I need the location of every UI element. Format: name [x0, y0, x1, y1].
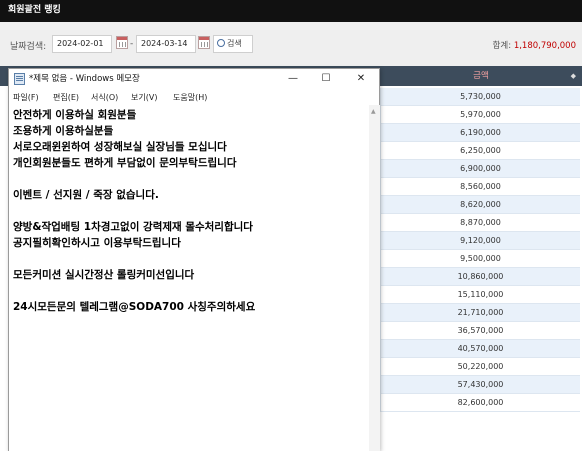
table-row[interactable]: 82,600,000 — [380, 394, 580, 412]
text-line: 모든커미션 실시간정산 롤링커미선입니다 — [13, 269, 195, 281]
search-button-label: 검색 — [227, 39, 242, 48]
start-date-input[interactable]: 2024-02-01 — [52, 35, 112, 53]
total-value: 1,180,790,000 — [513, 41, 576, 51]
app-title-bar: 회원괄전 랭킹 — [0, 0, 582, 22]
text-line: 서로오래윈윈하여 성장해보실 실장님들 모십니다 — [13, 141, 227, 153]
table-row[interactable]: 50,220,000 — [380, 358, 580, 376]
column-header-amount-label: 금액 — [473, 71, 489, 81]
notepad-title: *제목 없음 - Windows 메모장 — [29, 74, 140, 84]
table-row[interactable]: 10,860,000 — [380, 268, 580, 286]
app-title: 회원괄전 랭킹 — [8, 5, 61, 15]
table-row[interactable]: 6,900,000 — [380, 160, 580, 178]
table-row[interactable]: 40,570,000 — [380, 340, 580, 358]
amount-rows: 5,730,000 5,970,000 6,190,000 6,250,000 … — [380, 88, 580, 412]
end-calendar-icon[interactable] — [198, 36, 210, 49]
text-line: 안전하게 이용하실 회원분들 — [13, 109, 137, 121]
text-line — [13, 251, 369, 267]
table-row[interactable]: 8,620,000 — [380, 196, 580, 214]
text-line: 조용하게 이용하실분들 — [13, 125, 114, 137]
text-line: 양방&작업배팅 1차경고없이 강력제재 몰수처리합니다 — [13, 221, 253, 233]
table-row[interactable]: 9,500,000 — [380, 250, 580, 268]
table-row[interactable]: 8,560,000 — [380, 178, 580, 196]
table-row[interactable]: 15,110,000 — [380, 286, 580, 304]
close-icon[interactable]: ✕ — [345, 69, 377, 89]
table-row[interactable]: 36,570,000 — [380, 322, 580, 340]
table-row[interactable]: 21,710,000 — [380, 304, 580, 322]
notepad-icon — [14, 73, 25, 85]
scroll-up-icon[interactable]: ▲ — [371, 108, 376, 115]
table-row[interactable]: 5,730,000 — [380, 88, 580, 106]
start-calendar-icon[interactable] — [116, 36, 128, 49]
text-line — [13, 283, 369, 299]
maximize-icon[interactable]: ☐ — [310, 69, 342, 89]
text-line — [13, 203, 369, 219]
minimize-icon[interactable]: — — [277, 69, 309, 89]
filter-bar: 날짜검색: 2024-02-01 - 2024-03-14 검색 합계: 1,1… — [0, 22, 582, 66]
table-row[interactable]: 6,190,000 — [380, 124, 580, 142]
date-separator: - — [130, 39, 134, 49]
text-line: 공지필히확인하시고 이용부탁드립니다 — [13, 237, 181, 249]
notepad-title-bar[interactable]: *제목 없음 - Windows 메모장 — ☐ ✕ — [9, 69, 379, 89]
text-line — [13, 171, 369, 187]
notepad-scrollbar[interactable]: ▲ — [369, 105, 380, 451]
text-line: 개인회원분들도 편하게 부담없이 문의부탁드립니다 — [13, 157, 237, 169]
table-row[interactable]: 57,430,000 — [380, 376, 580, 394]
table-row[interactable]: 8,870,000 — [380, 214, 580, 232]
table-row[interactable]: 9,120,000 — [380, 232, 580, 250]
table-row[interactable]: 5,970,000 — [380, 106, 580, 124]
notepad-text-area[interactable]: 안전하게 이용하실 회원분들 조용하게 이용하실분들 서로오래윈윈하여 성장해보… — [9, 105, 369, 451]
search-button[interactable]: 검색 — [213, 35, 253, 53]
sort-icon[interactable]: ◆ — [571, 66, 576, 86]
text-line: 이벤트 / 선지원 / 죽장 없습니다. — [13, 189, 159, 201]
total-label: 합계: — [492, 41, 512, 51]
text-line: 24시모든문의 텔레그램@SODA700 사칭주의하세요 — [13, 301, 256, 313]
end-date-input[interactable]: 2024-03-14 — [136, 35, 196, 53]
column-header-amount[interactable]: 금액 ◆ — [380, 66, 582, 86]
notepad-window[interactable]: *제목 없음 - Windows 메모장 — ☐ ✕ 파일(F) 편집(E) 서… — [8, 68, 380, 451]
total-summary: 합계: 1,180,790,000 — [493, 39, 576, 51]
table-row[interactable]: 6,250,000 — [380, 142, 580, 160]
date-search-label: 날짜검색: — [10, 42, 47, 52]
search-icon — [217, 39, 225, 47]
notepad-menu-bar: 파일(F) 편집(E) 서식(O) 보기(V) 도움말(H) — [9, 89, 379, 105]
